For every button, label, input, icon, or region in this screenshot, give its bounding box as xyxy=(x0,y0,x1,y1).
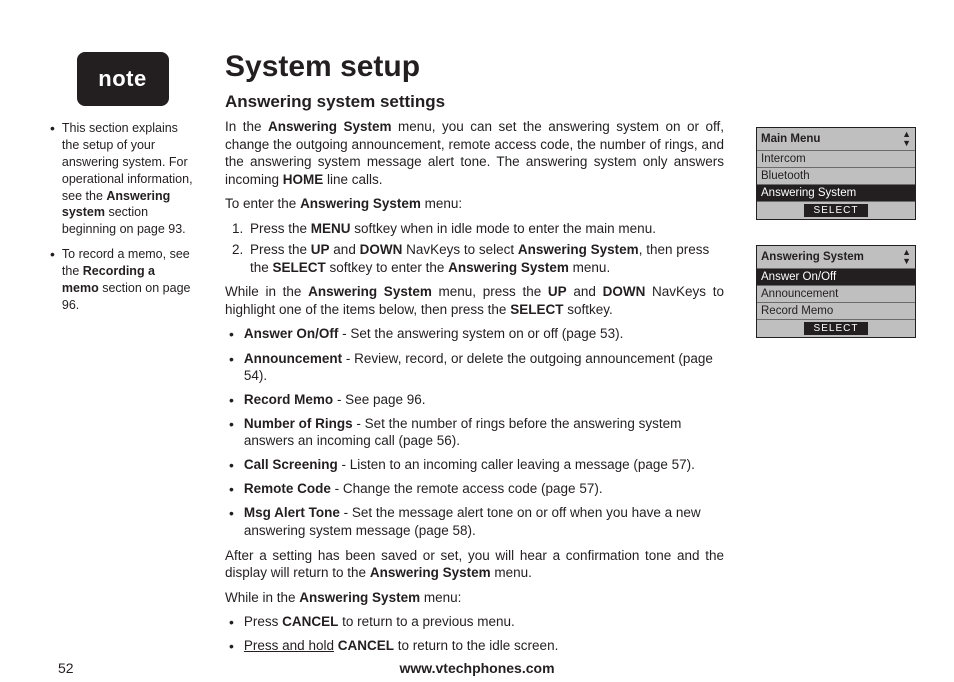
step-item: Press the UP and DOWN NavKeys to select … xyxy=(247,241,724,276)
lcd-softkey: SELECT xyxy=(804,322,868,335)
note-badge: note xyxy=(77,52,169,106)
note-column: note This section explains the setup of … xyxy=(50,52,195,322)
tail-item: •Press and hold CANCEL to return to the … xyxy=(225,637,724,655)
main-content: System setup Answering system settings I… xyxy=(225,50,724,656)
option-item: •Record Memo - See page 96. xyxy=(225,391,724,409)
option-item: •Announcement - Review, record, or delet… xyxy=(225,350,724,385)
tail-item: •Press CANCEL to return to a previous me… xyxy=(225,613,724,631)
lcd-title: Main Menu▲▼ xyxy=(757,128,915,151)
step-item: Press the MENU softkey when in idle mode… xyxy=(247,220,724,238)
updown-icon: ▲▼ xyxy=(902,130,911,148)
option-item: •Number of Rings - Set the number of rin… xyxy=(225,415,724,450)
lcd-row: Intercom xyxy=(757,151,915,168)
option-item: •Answer On/Off - Set the answering syste… xyxy=(225,325,724,343)
options-list: •Answer On/Off - Set the answering syste… xyxy=(225,325,724,539)
tail-list: •Press CANCEL to return to a previous me… xyxy=(225,613,724,655)
lcd-softkey: SELECT xyxy=(804,204,868,217)
lcd-row: Announcement xyxy=(757,286,915,303)
lcd-row-selected: Answering System xyxy=(757,185,915,202)
lcd-row-selected: Answer On/Off xyxy=(757,269,915,286)
lcd-screen-main-menu: Main Menu▲▼ Intercom Bluetooth Answering… xyxy=(756,127,916,220)
while2-paragraph: While in the Answering System menu: xyxy=(225,589,724,607)
footer-url: www.vtechphones.com xyxy=(0,660,954,676)
updown-icon: ▲▼ xyxy=(902,248,911,266)
note-item: This section explains the setup of your … xyxy=(50,120,195,238)
option-item: •Remote Code - Change the remote access … xyxy=(225,480,724,498)
manual-page: note This section explains the setup of … xyxy=(0,0,954,682)
lcd-title: Answering System▲▼ xyxy=(757,246,915,269)
section-heading: Answering system settings xyxy=(225,92,724,112)
note-list: This section explains the setup of your … xyxy=(50,120,195,314)
after-paragraph: After a setting has been saved or set, y… xyxy=(225,547,724,582)
enter-menu-line: To enter the Answering System menu: xyxy=(225,195,724,213)
lcd-row: Record Memo xyxy=(757,303,915,320)
note-item: To record a memo, see the Recording a me… xyxy=(50,246,195,314)
option-item: •Call Screening - Listen to an incoming … xyxy=(225,456,724,474)
lcd-row: Bluetooth xyxy=(757,168,915,185)
intro-paragraph: In the Answering System menu, you can se… xyxy=(225,118,724,188)
while-paragraph: While in the Answering System menu, pres… xyxy=(225,283,724,318)
lcd-screen-answering-system: Answering System▲▼ Answer On/Off Announc… xyxy=(756,245,916,338)
page-title: System setup xyxy=(225,50,724,84)
steps-list: Press the MENU softkey when in idle mode… xyxy=(247,220,724,277)
option-item: •Msg Alert Tone - Set the message alert … xyxy=(225,504,724,539)
